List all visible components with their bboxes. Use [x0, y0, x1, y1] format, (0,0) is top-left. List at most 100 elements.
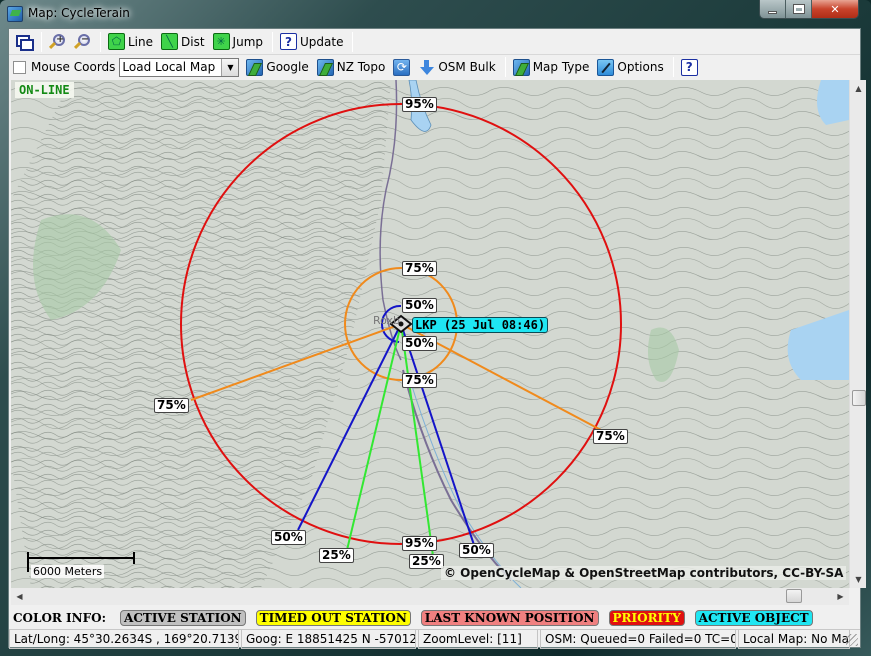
- topo-map: [11, 80, 849, 588]
- map-nz-icon: [512, 58, 530, 76]
- zoom-in-icon: +: [48, 33, 66, 50]
- dist-button[interactable]: ╲ Dist: [158, 31, 208, 53]
- resize-grip-icon[interactable]: [846, 634, 858, 646]
- line-button[interactable]: ⬠ Line: [105, 31, 156, 53]
- local-map-select[interactable]: Load Local Map ▼: [119, 57, 240, 77]
- main-toolbar: + − ⬠ Line ╲ Dist ✳ Jump ? Update: [9, 29, 860, 54]
- dist-icon: ╲: [161, 33, 179, 50]
- status-local-map: Local Map: No Ma: [738, 630, 850, 649]
- map-type-button[interactable]: Map Type: [510, 56, 593, 78]
- title-bar[interactable]: Map: CycleTerain ✕: [0, 0, 871, 28]
- minimize-button[interactable]: [760, 0, 786, 18]
- window-title: Map: CycleTerain: [28, 6, 130, 20]
- scale-bar: [27, 552, 135, 564]
- jump-label: Jump: [232, 34, 263, 49]
- ring-75-bottom-label: 75%: [402, 373, 437, 388]
- vertical-scroll-thumb[interactable]: [852, 390, 866, 406]
- scale-bar-tick: [27, 552, 29, 572]
- status-osm-queue: OSM: Queued=0 Failed=0 TC=0: [540, 630, 736, 649]
- options-label: Options: [617, 60, 664, 74]
- legend-timed-out-station: TIMED OUT STATION: [255, 610, 411, 626]
- toolbar-separator: [100, 31, 101, 52]
- status-zoom-level: ZoomLevel: [11]: [418, 630, 538, 649]
- scroll-up-icon[interactable]: ▲: [850, 80, 867, 97]
- lkp-marker-label[interactable]: LKP (25 Jul 08:46): [412, 317, 549, 333]
- close-button[interactable]: ✕: [812, 0, 858, 18]
- jump-button[interactable]: ✳ Jump: [210, 31, 266, 53]
- legend-last-known-position: LAST KNOWN POSITION: [420, 610, 599, 626]
- osm-bulk-label: OSM Bulk: [438, 60, 496, 74]
- client-area: + − ⬠ Line ╲ Dist ✳ Jump ? Update Mouse Coor…: [8, 28, 866, 649]
- scroll-right-icon[interactable]: ▶: [832, 588, 849, 605]
- nz-topo-button[interactable]: NZ Topo: [314, 56, 389, 78]
- osm-bulk-button[interactable]: OSM Bulk: [415, 56, 498, 78]
- zoom-out-button[interactable]: −: [71, 31, 94, 53]
- toolbar-separator: [41, 31, 42, 52]
- toolbar-separator: [504, 57, 506, 77]
- minimize-icon: [768, 10, 777, 14]
- ring-95-top-label: 95%: [402, 97, 437, 112]
- zoom-out-icon: −: [73, 33, 91, 50]
- scale-label: 6000 Meters: [31, 565, 105, 578]
- windows-icon: [15, 33, 34, 51]
- google-label: Google: [266, 60, 309, 74]
- status-bar: Lat/Long: 45°30.2634S , 169°20.7139E Goo…: [9, 629, 860, 649]
- map-nz-icon: [316, 58, 334, 76]
- jump-icon: ✳: [212, 33, 230, 50]
- zoom-in-button[interactable]: +: [46, 31, 69, 53]
- app-map-icon: [7, 6, 23, 22]
- map-view[interactable]: ON-LINE Roxb 95% 95% 75% 75% 50% 50% 75%…: [11, 80, 849, 588]
- toolbar-separator: [352, 31, 354, 52]
- vertical-scrollbar[interactable]: ▲ ▼: [849, 80, 866, 588]
- online-status-badge: ON-LINE: [15, 82, 74, 98]
- line-label: Line: [128, 34, 154, 49]
- window-controls: ✕: [759, 0, 859, 19]
- mouse-coords-label: Mouse Coords: [31, 60, 116, 74]
- help-update-icon: ?: [280, 33, 297, 50]
- download-arrow-icon: [418, 59, 435, 76]
- toolbar-separator: [272, 31, 273, 52]
- close-icon: ✕: [830, 2, 840, 16]
- map-nz-icon: [246, 58, 264, 76]
- legend-active-station: ACTIVE STATION: [120, 610, 246, 626]
- help-button[interactable]: ?: [678, 56, 701, 78]
- line-icon: ⬠: [108, 33, 125, 50]
- maximize-icon: [792, 4, 805, 14]
- horizontal-scroll-thumb[interactable]: [786, 589, 802, 603]
- help-icon: ?: [680, 58, 698, 76]
- ray-50-right-label: 50%: [459, 543, 494, 558]
- town-label: Roxb: [373, 314, 401, 327]
- dist-label: Dist: [181, 34, 205, 49]
- ring-95-bottom-label: 95%: [402, 536, 437, 551]
- map-type-label: Map Type: [532, 60, 590, 74]
- color-info-legend: COLOR INFO: ACTIVE STATION TIMED OUT STA…: [9, 608, 860, 628]
- app-window: Map: CycleTerain ✕ + − ⬠ Line ╲ Dist ✳ Jump…: [0, 0, 871, 656]
- status-latlong: Lat/Long: 45°30.2634S , 169°20.7139E: [9, 630, 239, 649]
- legend-priority: PRIORITY: [608, 610, 685, 626]
- ring-75-top-label: 75%: [402, 261, 437, 276]
- ray-25-left-label: 25%: [319, 548, 354, 563]
- map-toolbar: Mouse Coords Load Local Map ▼ Google NZ …: [9, 54, 860, 79]
- ring-50-top-label: 50%: [402, 298, 437, 313]
- local-map-select-value: Load Local Map: [122, 60, 216, 74]
- google-button[interactable]: Google: [243, 56, 311, 78]
- color-info-title: COLOR INFO:: [13, 611, 107, 625]
- maximize-button[interactable]: [786, 0, 812, 18]
- map-attribution: © OpenCycleMap & OpenStreetMap contribut…: [441, 566, 847, 580]
- wrench-icon: [597, 58, 615, 76]
- refresh-button[interactable]: [390, 56, 413, 78]
- scroll-left-icon[interactable]: ◀: [11, 588, 28, 605]
- refresh-icon: [393, 58, 411, 76]
- ray-75-left-label: 75%: [154, 398, 189, 413]
- mouse-coords-checkbox[interactable]: [13, 60, 26, 74]
- toolbar-separator: [672, 57, 674, 77]
- nz-topo-label: NZ Topo: [336, 60, 386, 74]
- status-goog-coords: Goog: E 18851425 N -5701280: [241, 630, 416, 649]
- scroll-down-icon[interactable]: ▼: [850, 571, 867, 588]
- update-button[interactable]: ? Update: [277, 31, 346, 53]
- horizontal-scrollbar[interactable]: ◀ ▶: [11, 588, 849, 605]
- options-button[interactable]: Options: [594, 56, 666, 78]
- windows-button[interactable]: [12, 31, 35, 53]
- chevron-down-icon[interactable]: ▼: [221, 58, 239, 76]
- ray-50-left-label: 50%: [271, 530, 306, 545]
